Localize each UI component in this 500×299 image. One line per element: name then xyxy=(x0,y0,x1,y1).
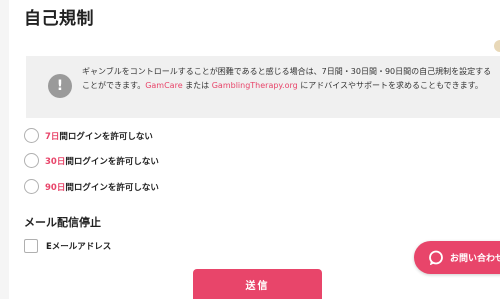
radio-button[interactable] xyxy=(24,153,39,168)
notice-text-middle: または xyxy=(182,80,212,90)
radio-option-7-days[interactable]: 7日間ログインを許可しない xyxy=(24,127,153,144)
radio-label-text: 間ログインを許可しない xyxy=(65,156,159,167)
radio-label-days: 7日 xyxy=(45,131,60,142)
email-checkbox[interactable] xyxy=(24,238,38,253)
radio-label-text: 間ログインを許可しない xyxy=(59,131,153,142)
radio-label-days: 30日 xyxy=(45,156,66,167)
radio-label: 90日間ログインを許可しない xyxy=(45,181,159,193)
self-regulation-page: 自己規制 ! ギャンブルをコントロールすることが困難であると感じる場合は、7日間… xyxy=(0,0,500,299)
submit-button[interactable]: 送信 xyxy=(193,269,322,299)
left-border xyxy=(0,0,9,299)
radio-label: 7日間ログインを許可しない xyxy=(45,130,153,142)
notice-box: ! ギャンブルをコントロールすることが困難であると感じる場合は、7日間・30日間… xyxy=(26,56,500,118)
contact-label: お問い合わせ xyxy=(450,254,500,264)
radio-button[interactable] xyxy=(24,128,39,143)
contact-chat-button[interactable]: お問い合わせ xyxy=(414,241,500,274)
notice-text: ギャンブルをコントロールすることが困難であると感じる場合は、7日間・30日間・9… xyxy=(82,65,492,92)
notice-text-after: にアドバイスやサポートを求めることもできます。 xyxy=(297,80,483,90)
radio-button[interactable] xyxy=(24,179,39,194)
email-checkbox-label: Eメールアドレス xyxy=(46,241,112,252)
chat-bubble-icon xyxy=(429,250,443,265)
gamcare-link[interactable]: GamCare xyxy=(145,81,182,90)
radio-label-days: 90日 xyxy=(45,182,66,193)
radio-option-30-days[interactable]: 30日間ログインを許可しない xyxy=(24,152,159,169)
email-unsubscribe-option[interactable]: Eメールアドレス xyxy=(24,237,111,254)
gamblingtherapy-link[interactable]: GamblingTherapy.org xyxy=(212,81,298,90)
radio-option-90-days[interactable]: 90日間ログインを許可しない xyxy=(24,178,159,195)
exclamation-icon: ! xyxy=(48,74,72,98)
edge-avatar-icon xyxy=(494,40,500,52)
radio-label: 30日間ログインを許可しない xyxy=(45,155,159,167)
mail-section-title: メール配信停止 xyxy=(24,216,101,229)
page-title: 自己規制 xyxy=(24,9,94,29)
radio-label-text: 間ログインを許可しない xyxy=(65,182,159,193)
